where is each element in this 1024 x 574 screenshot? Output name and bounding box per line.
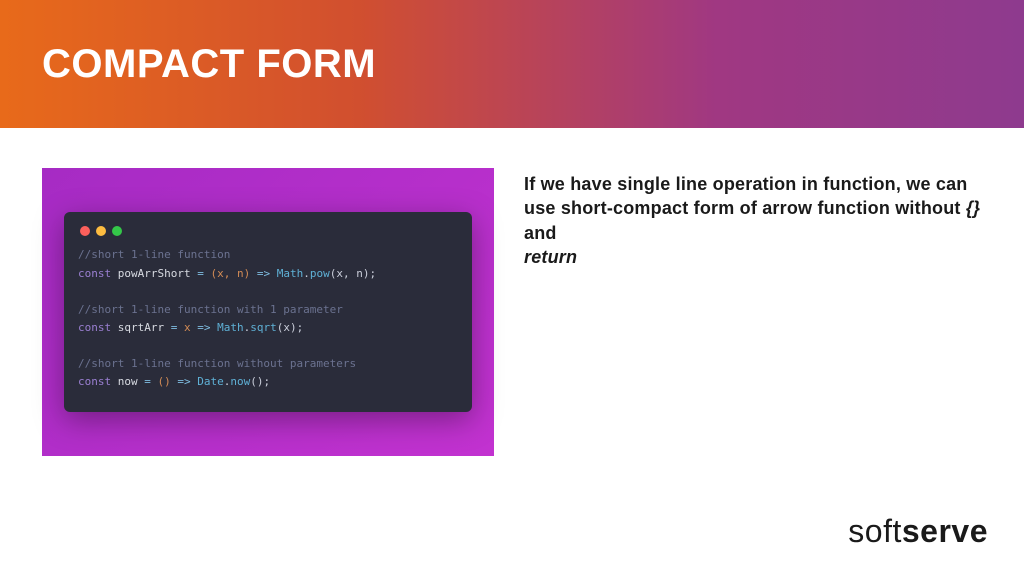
code-keyword: const [78, 321, 111, 334]
code-block: //short 1-line function const powArrShor… [78, 246, 458, 391]
code-operator: = [144, 375, 151, 388]
code-args: () [250, 375, 263, 388]
window-controls [78, 222, 458, 246]
code-comment: //short 1-line function with 1 parameter [78, 303, 343, 316]
code-arrow: => [257, 267, 270, 280]
code-comment: //short 1-line function [78, 248, 230, 261]
code-identifier: now [118, 375, 138, 388]
code-identifier: powArrShort [118, 267, 191, 280]
close-icon [80, 226, 90, 236]
code-method: sqrt [250, 321, 277, 334]
code-params: (x, n) [210, 267, 250, 280]
code-operator: = [171, 321, 178, 334]
minimize-icon [96, 226, 106, 236]
explain-return: return [524, 245, 577, 269]
slide-content: //short 1-line function const powArrShor… [0, 128, 1024, 456]
code-comment: //short 1-line function without paramete… [78, 357, 356, 370]
code-param: x [184, 321, 191, 334]
code-method: now [230, 375, 250, 388]
explain-braces: {} [966, 198, 980, 218]
code-keyword: const [78, 267, 111, 280]
logo-thin: soft [848, 513, 902, 549]
logo-bold: serve [902, 513, 988, 549]
code-arrow: => [177, 375, 190, 388]
code-object: Math [217, 321, 244, 334]
code-keyword: const [78, 375, 111, 388]
maximize-icon [112, 226, 122, 236]
code-window: //short 1-line function const powArrShor… [64, 212, 472, 411]
code-object: Math [277, 267, 304, 280]
code-method: pow [310, 267, 330, 280]
softserve-logo: softserve [848, 513, 988, 550]
code-object: Date [197, 375, 224, 388]
explanation-text: If we have single line operation in func… [524, 168, 982, 456]
code-args: (x) [277, 321, 297, 334]
code-identifier: sqrtArr [118, 321, 164, 334]
slide-header: COMPACT FORM [0, 0, 1024, 128]
code-arrow: => [197, 321, 210, 334]
code-panel: //short 1-line function const powArrShor… [42, 168, 494, 456]
code-args: (x, n) [330, 267, 370, 280]
code-operator: = [197, 267, 204, 280]
slide-title: COMPACT FORM [42, 42, 376, 87]
explain-part2: and [524, 223, 557, 243]
code-params: () [158, 375, 171, 388]
explain-part1: If we have single line operation in func… [524, 174, 967, 218]
